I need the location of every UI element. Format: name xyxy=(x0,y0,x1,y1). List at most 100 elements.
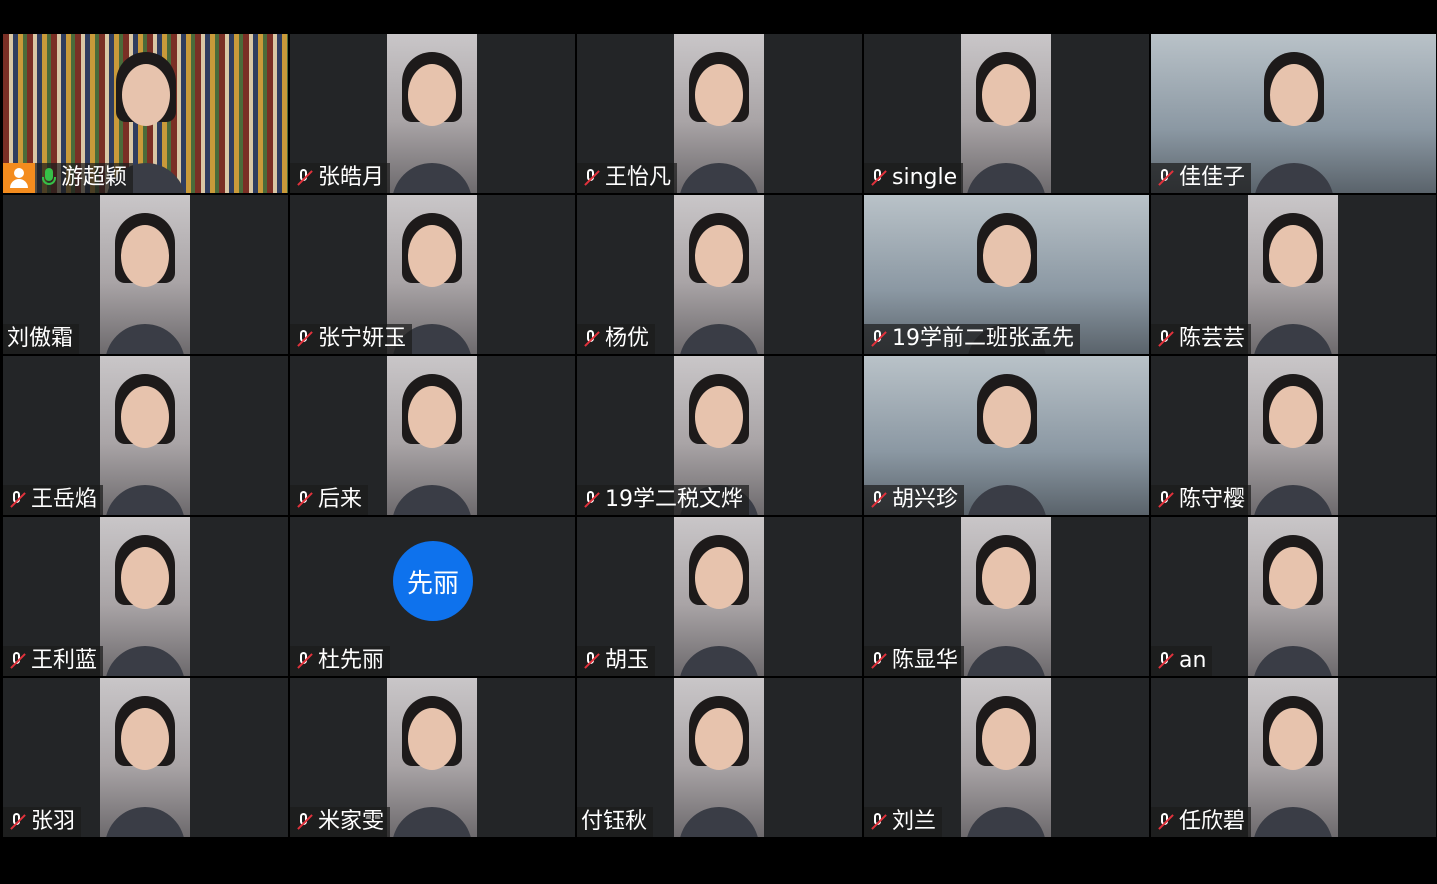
participant-tile[interactable]: 陈显华 xyxy=(864,517,1149,676)
video-person-face xyxy=(121,64,170,126)
participant-tile[interactable]: 杨优 xyxy=(577,195,862,354)
microphone-muted-icon xyxy=(868,328,888,350)
participant-tile[interactable]: 付钰秋 xyxy=(577,678,862,837)
participant-name-tag: 佳佳子 xyxy=(1151,163,1252,193)
participant-name-tag: 张皓月 xyxy=(290,163,391,193)
participant-name: single xyxy=(892,165,958,190)
participant-tile[interactable]: 王怡凡 xyxy=(577,34,862,193)
participant-tile[interactable]: 陈守樱 xyxy=(1151,356,1436,515)
participant-name-tag: an xyxy=(1151,646,1213,676)
participant-tile[interactable]: 王利蓝 xyxy=(3,517,288,676)
participant-tile[interactable]: 先丽 杜先丽 xyxy=(290,517,575,676)
microphone-muted-icon xyxy=(581,167,601,189)
participant-tile[interactable]: 王岳焰 xyxy=(3,356,288,515)
participant-video xyxy=(961,678,1051,837)
video-person-body xyxy=(105,807,185,837)
video-person-body xyxy=(105,646,185,676)
microphone-muted-icon xyxy=(294,489,314,511)
participant-name: 刘兰 xyxy=(892,809,937,834)
participant-name: 王怡凡 xyxy=(605,165,672,190)
video-person-body xyxy=(966,807,1046,837)
participant-tile[interactable]: 陈芸芸 xyxy=(1151,195,1436,354)
participant-tile[interactable]: 佳佳子 xyxy=(1151,34,1436,193)
video-person-face xyxy=(982,64,1030,126)
participant-name: 张宁妍玉 xyxy=(318,326,407,351)
participant-name: 游超颖 xyxy=(61,165,128,190)
video-person-body xyxy=(679,324,759,354)
participant-name: 米家雯 xyxy=(318,809,385,834)
participant-video xyxy=(100,678,190,837)
participant-video xyxy=(387,678,477,837)
video-person-face xyxy=(1269,708,1317,770)
participant-name: 陈守樱 xyxy=(1179,487,1246,512)
microphone-muted-icon xyxy=(294,811,314,833)
participant-video xyxy=(1248,195,1338,354)
participant-video xyxy=(1248,517,1338,676)
participant-tile[interactable]: an xyxy=(1151,517,1436,676)
participant-video xyxy=(100,356,190,515)
participant-tile[interactable]: 张皓月 xyxy=(290,34,575,193)
participant-video xyxy=(961,517,1051,676)
video-person-body xyxy=(1253,646,1333,676)
microphone-muted-icon xyxy=(581,650,601,672)
video-person-body xyxy=(105,485,185,515)
video-person-face xyxy=(121,225,169,287)
video-person-body xyxy=(392,807,472,837)
participant-name: 19学前二班张孟先 xyxy=(892,326,1074,351)
video-person-face xyxy=(695,708,743,770)
microphone-muted-icon xyxy=(7,811,27,833)
video-person-body xyxy=(1253,485,1333,515)
video-person-face xyxy=(408,708,456,770)
participant-name-tag: 杨优 xyxy=(577,324,656,354)
participant-tile[interactable]: 游超颖 xyxy=(3,34,288,193)
microphone-muted-icon xyxy=(1155,328,1175,350)
participant-tile[interactable]: 胡玉 xyxy=(577,517,862,676)
participant-tile[interactable]: 刘兰 xyxy=(864,678,1149,837)
participant-name: 后来 xyxy=(318,487,363,512)
video-person-body xyxy=(966,163,1046,193)
microphone-muted-icon xyxy=(7,489,27,511)
video-person-body xyxy=(1253,163,1334,193)
microphone-muted-icon xyxy=(868,650,888,672)
participant-video xyxy=(961,34,1051,193)
microphone-muted-icon xyxy=(1155,811,1175,833)
participant-name-tag: 杜先丽 xyxy=(290,646,391,676)
participant-tile[interactable]: 后来 xyxy=(290,356,575,515)
microphone-muted-icon xyxy=(294,650,314,672)
participant-name-tag: 胡兴珍 xyxy=(864,485,965,515)
participant-name: 杜先丽 xyxy=(318,648,385,673)
participant-name-tag: 刘兰 xyxy=(864,807,943,837)
participant-tile[interactable]: 张羽 xyxy=(3,678,288,837)
participant-video xyxy=(387,34,477,193)
video-person-body xyxy=(1253,807,1333,837)
participant-tile[interactable]: 19学前二班张孟先 xyxy=(864,195,1149,354)
participant-name: 19学二税文烨 xyxy=(605,487,743,512)
participant-tile[interactable]: 张宁妍玉 xyxy=(290,195,575,354)
participant-name-tag: 胡玉 xyxy=(577,646,656,676)
participant-name-tag: 游超颖 xyxy=(3,163,134,193)
participant-name: 张皓月 xyxy=(318,165,385,190)
participant-name-tag: 王怡凡 xyxy=(577,163,678,193)
participant-video xyxy=(1248,678,1338,837)
video-person-body xyxy=(679,807,759,837)
participant-video xyxy=(100,517,190,676)
microphone-muted-icon xyxy=(868,167,888,189)
video-person-body xyxy=(392,485,472,515)
video-person-face xyxy=(982,708,1030,770)
participant-name: 陈显华 xyxy=(892,648,959,673)
participant-name-tag: 任欣碧 xyxy=(1151,807,1252,837)
microphone-muted-icon xyxy=(294,328,314,350)
participant-tile[interactable]: 米家雯 xyxy=(290,678,575,837)
participant-tile[interactable]: 胡兴珍 xyxy=(864,356,1149,515)
participant-name: 王利蓝 xyxy=(31,648,98,673)
video-person-face xyxy=(982,225,1031,287)
video-person-face xyxy=(1269,547,1317,609)
participant-tile[interactable]: 刘傲霜 xyxy=(3,195,288,354)
participant-name-tag: 王利蓝 xyxy=(3,646,104,676)
participant-video xyxy=(674,517,764,676)
participant-tile[interactable]: 任欣碧 xyxy=(1151,678,1436,837)
participant-tile[interactable]: single xyxy=(864,34,1149,193)
video-person-body xyxy=(966,485,1047,515)
participant-name-tag: 王岳焰 xyxy=(3,485,104,515)
participant-tile[interactable]: 19学二税文烨 xyxy=(577,356,862,515)
